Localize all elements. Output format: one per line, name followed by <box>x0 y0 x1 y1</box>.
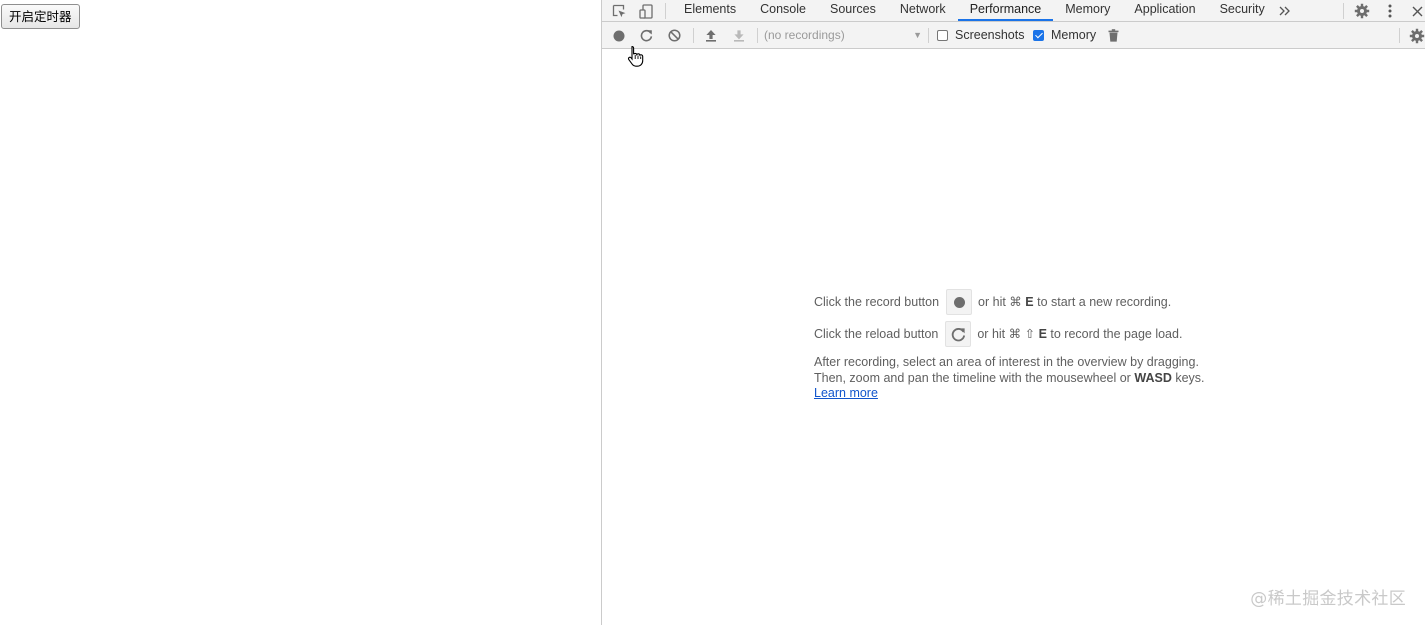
tab-performance[interactable]: Performance <box>957 0 1054 21</box>
recordings-dropdown-label: (no recordings) <box>764 28 845 42</box>
record-icon[interactable] <box>610 27 627 44</box>
record-icon <box>953 296 965 308</box>
toolbar-separator <box>757 28 758 43</box>
reload-instruction-prefix: Click the reload button <box>814 327 939 341</box>
reload-shortcut-key: E <box>1038 327 1047 341</box>
record-button[interactable] <box>945 288 972 315</box>
toolbar-separator <box>1399 28 1400 43</box>
tab-bar-separator <box>665 3 666 19</box>
reload-instruction: Click the reload button or hit ⌘ ⇧ E to … <box>814 320 1254 348</box>
reload-icon <box>951 327 965 342</box>
help-line-2-suffix: keys. <box>1175 370 1205 385</box>
recording-help-paragraph: After recording, select an area of inter… <box>814 355 1254 402</box>
tab-bar-separator <box>1343 3 1344 19</box>
devtools-tabs: Elements Console Sources Network Perform… <box>672 0 1277 22</box>
device-toolbar-icon[interactable] <box>637 2 655 20</box>
performance-landing-message: Click the record button or hit ⌘ E to st… <box>814 288 1254 402</box>
clear-icon[interactable] <box>666 27 683 44</box>
screenshots-label[interactable]: Screenshots <box>955 28 1024 42</box>
screenshots-checkbox[interactable] <box>937 30 948 41</box>
more-options-icon[interactable] <box>1381 1 1399 21</box>
memory-checkbox[interactable] <box>1033 30 1044 41</box>
save-profile-icon[interactable] <box>730 27 747 44</box>
toolbar-separator <box>693 28 694 43</box>
inspect-element-icon[interactable] <box>610 2 628 20</box>
tab-sources[interactable]: Sources <box>818 0 888 21</box>
hand-pointer-cursor-icon <box>627 45 644 67</box>
close-devtools-icon[interactable] <box>1408 1 1425 21</box>
record-instruction-prefix: Click the record button <box>814 295 940 309</box>
learn-more-link[interactable]: Learn more <box>814 386 878 400</box>
record-instruction: Click the record button or hit ⌘ E to st… <box>814 288 1254 316</box>
devtools-panel: Elements Console Sources Network Perform… <box>601 0 1425 625</box>
dropdown-caret-icon: ▼ <box>913 30 922 40</box>
settings-gear-icon[interactable] <box>1352 1 1372 21</box>
reload-record-icon[interactable] <box>638 27 655 44</box>
performance-toolbar: (no recordings) ▼ Screenshots Memory <box>602 22 1425 49</box>
chevrons-right-icon[interactable] <box>1276 2 1294 20</box>
tab-memory[interactable]: Memory <box>1053 0 1122 21</box>
toolbar-separator <box>928 28 929 43</box>
reload-button[interactable] <box>944 320 971 347</box>
trash-icon[interactable] <box>1105 27 1122 44</box>
tab-security[interactable]: Security <box>1208 0 1277 21</box>
watermark: @稀土掘金技术社区 <box>1250 589 1406 609</box>
capture-settings-gear-icon[interactable] <box>1407 26 1425 45</box>
help-line-2-text: Then, zoom and pan the timeline with the… <box>814 370 1131 385</box>
recordings-dropdown[interactable]: (no recordings) ▼ <box>764 26 924 44</box>
devtools-tab-bar: Elements Console Sources Network Perform… <box>602 0 1425 22</box>
help-line-1: After recording, select an area of inter… <box>814 355 1199 369</box>
wasd-keys: WASD <box>1134 370 1172 385</box>
start-timer-button[interactable]: 开启定时器 <box>1 4 80 29</box>
record-instruction-suffix: to start a new recording. <box>1037 295 1172 309</box>
help-line-2: Then, zoom and pan the timeline with the… <box>814 371 1254 387</box>
inspected-page: 开启定时器 <box>0 0 601 625</box>
tab-application[interactable]: Application <box>1122 0 1207 21</box>
load-profile-icon[interactable] <box>702 27 719 44</box>
tab-console[interactable]: Console <box>748 0 818 21</box>
tab-elements[interactable]: Elements <box>672 0 748 21</box>
record-instruction-shortcut: or hit ⌘ <box>978 295 1022 309</box>
tab-network[interactable]: Network <box>888 0 958 21</box>
reload-instruction-shortcut: or hit ⌘ ⇧ <box>977 327 1036 341</box>
memory-label[interactable]: Memory <box>1051 28 1096 42</box>
reload-instruction-suffix: to record the page load. <box>1050 327 1183 341</box>
record-shortcut-key: E <box>1025 295 1034 309</box>
